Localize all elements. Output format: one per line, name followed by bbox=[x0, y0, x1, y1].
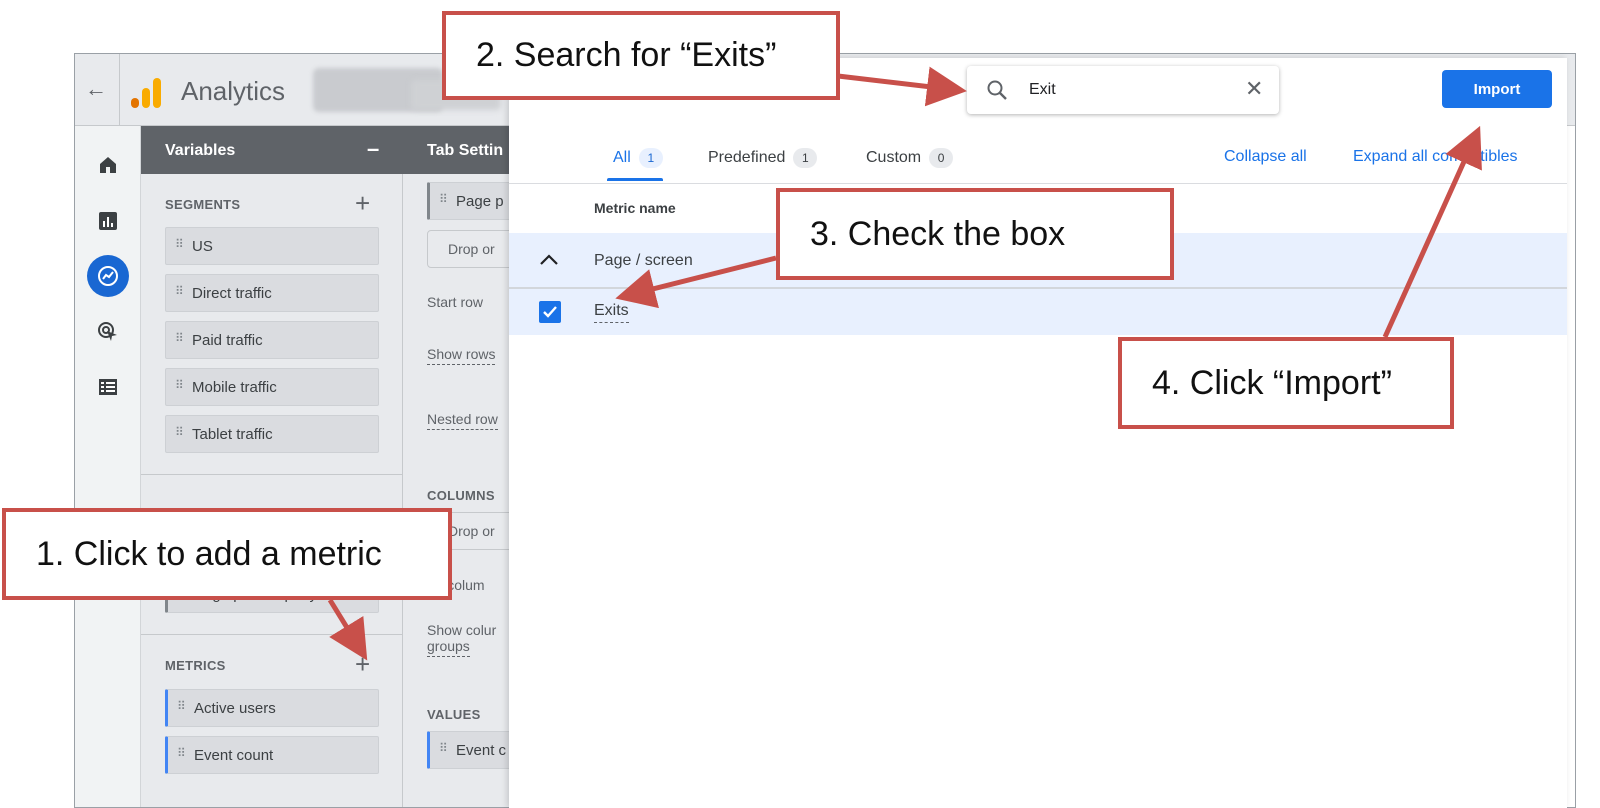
reports-icon[interactable] bbox=[87, 200, 129, 242]
callout-step-2: 2. Search for “Exits” bbox=[442, 11, 840, 100]
active-tab-indicator bbox=[607, 178, 663, 181]
chevron-up-icon[interactable] bbox=[539, 249, 559, 272]
segment-chip[interactable]: ⠿ Tablet traffic bbox=[165, 415, 379, 453]
count-badge: 1 bbox=[638, 148, 663, 168]
metric-row[interactable]: Exits bbox=[509, 289, 1567, 335]
callout-step-4: 4. Click “Import” bbox=[1118, 337, 1454, 429]
metrics-label: METRICS bbox=[165, 658, 226, 673]
callout-step-3: 3. Check the box bbox=[776, 188, 1174, 280]
metric-chip[interactable]: ⠿ Active users bbox=[165, 689, 379, 727]
app-title: Analytics bbox=[181, 76, 286, 106]
add-metric-button[interactable]: + bbox=[355, 651, 370, 677]
analytics-logo-icon bbox=[131, 78, 161, 108]
metric-chip[interactable]: ⠿ Event count bbox=[165, 736, 379, 774]
count-badge: 0 bbox=[929, 148, 954, 168]
minimize-icon[interactable]: – bbox=[367, 136, 379, 162]
show-rows-label[interactable]: Show rows bbox=[427, 346, 496, 365]
left-nav bbox=[75, 126, 141, 807]
drag-handle-icon[interactable]: ⠿ bbox=[175, 332, 184, 344]
tab-predefined[interactable]: Predefined 1 bbox=[708, 148, 818, 168]
columns-label: COLUMNS bbox=[427, 488, 495, 503]
checkbox-icon[interactable] bbox=[539, 301, 561, 323]
segment-chip[interactable]: ⠿ Direct traffic bbox=[165, 274, 379, 312]
count-badge: 1 bbox=[793, 148, 818, 168]
drag-handle-icon[interactable]: ⠿ bbox=[439, 193, 448, 205]
configure-icon[interactable] bbox=[87, 366, 129, 408]
divider bbox=[141, 474, 403, 475]
collapse-all-link[interactable]: Collapse all bbox=[1224, 148, 1307, 166]
tab-all[interactable]: All 1 bbox=[613, 148, 663, 168]
close-icon[interactable]: ✕ bbox=[1245, 76, 1263, 102]
drag-handle-icon[interactable]: ⠿ bbox=[175, 285, 184, 297]
home-icon[interactable] bbox=[87, 144, 129, 186]
drag-handle-icon[interactable]: ⠿ bbox=[439, 742, 448, 754]
variables-header: Variables – bbox=[141, 126, 403, 174]
tab-label: Custom bbox=[866, 149, 922, 166]
callout-step-1: 1. Click to add a metric bbox=[2, 508, 452, 600]
metric-name-column-header: Metric name bbox=[594, 200, 676, 216]
tab-settings-panel: Tab Settin ⠿ Page p Drop or Start row Sho… bbox=[403, 126, 527, 807]
back-arrow-icon[interactable]: ← bbox=[85, 76, 107, 102]
add-segment-button[interactable]: + bbox=[355, 190, 370, 216]
search-icon bbox=[987, 80, 1007, 100]
values-label: VALUES bbox=[427, 707, 481, 722]
tab-custom[interactable]: Custom 0 bbox=[866, 148, 954, 168]
group-label: Page / screen bbox=[594, 252, 693, 269]
metric-label: Exits bbox=[594, 302, 629, 323]
start-row-label: Start row bbox=[427, 294, 484, 310]
drag-handle-icon[interactable]: ⠿ bbox=[175, 379, 184, 391]
tab-label: All bbox=[613, 149, 631, 166]
drag-handle-icon[interactable]: ⠿ bbox=[175, 426, 184, 438]
drag-handle-icon[interactable]: ⠿ bbox=[177, 747, 186, 759]
divider bbox=[509, 183, 1567, 184]
segment-chip[interactable]: ⠿ Paid traffic bbox=[165, 321, 379, 359]
variables-title: Variables bbox=[165, 142, 236, 159]
nested-rows-label[interactable]: Nested row bbox=[427, 411, 498, 430]
segment-chip[interactable]: ⠿ Mobile traffic bbox=[165, 368, 379, 406]
search-input[interactable] bbox=[1029, 78, 1229, 102]
expand-all-compatibles-link[interactable]: Expand all compatibles bbox=[1353, 148, 1518, 166]
search-box[interactable]: ✕ bbox=[967, 66, 1279, 114]
import-button[interactable]: Import bbox=[1442, 70, 1552, 108]
show-column-groups-label[interactable]: groups bbox=[427, 638, 470, 657]
import-metrics-dialog: ected ✕ Import All1 Predefined1 Custom0 … bbox=[509, 58, 1567, 808]
divider bbox=[141, 634, 403, 635]
drag-handle-icon[interactable]: ⠿ bbox=[175, 238, 184, 250]
segments-label: SEGMENTS bbox=[165, 197, 241, 212]
explore-icon[interactable] bbox=[87, 255, 129, 297]
tab-label: Predefined bbox=[708, 149, 786, 166]
tab-settings-header: Tab Settin bbox=[403, 126, 523, 174]
drag-handle-icon[interactable]: ⠿ bbox=[177, 700, 186, 712]
variables-panel: Variables – SEGMENTS + ⠿ US ⠿ Direct traff… bbox=[141, 126, 403, 807]
divider bbox=[119, 54, 120, 126]
advertising-icon[interactable] bbox=[87, 311, 129, 353]
segment-chip[interactable]: ⠿ US bbox=[165, 227, 379, 265]
